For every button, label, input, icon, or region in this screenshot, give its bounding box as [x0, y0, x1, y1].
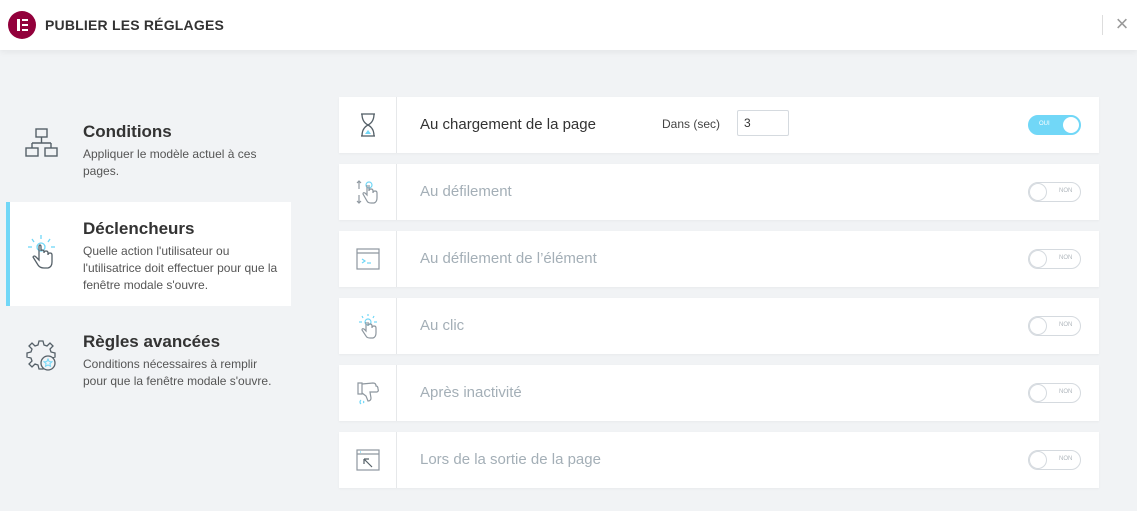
row-icon-cell — [339, 298, 397, 354]
exit-window-icon — [356, 449, 380, 471]
trigger-label: Au chargement de la page — [420, 116, 596, 133]
trigger-row-scroll: Au défilement NON — [339, 164, 1099, 220]
click-toggle[interactable]: NON — [1028, 316, 1081, 336]
trigger-row-click: Au clic NON — [339, 298, 1099, 354]
toggle-text: NON — [1059, 389, 1073, 395]
hand-click-icon — [24, 234, 60, 270]
inactivity-toggle[interactable]: NON — [1028, 383, 1081, 403]
delay-seconds-input[interactable] — [737, 110, 789, 136]
active-tab-indicator — [6, 202, 10, 306]
gears-icon — [24, 338, 60, 374]
toggle-text: NON — [1059, 255, 1073, 261]
toggle-knob — [1030, 251, 1046, 267]
row-icon-cell — [339, 432, 397, 488]
trigger-label: Au clic — [420, 317, 465, 334]
click-hand-icon — [359, 314, 377, 339]
idle-hand-icon — [357, 382, 379, 405]
trigger-row-page-load: Au chargement de la page Dans (sec) OUI — [339, 97, 1099, 153]
delay-label: Dans (sec) — [662, 117, 721, 131]
tab-advanced-rules[interactable]: Règles avancées Conditions nécessaires à… — [6, 308, 291, 400]
toggle-knob — [1030, 184, 1046, 200]
close-icon[interactable]: × — [1112, 13, 1132, 37]
trigger-label: Lors de la sortie de la page — [420, 451, 601, 468]
toggle-knob — [1063, 117, 1079, 133]
tab-description: Appliquer le modèle actuel à ces pages. — [83, 147, 257, 178]
toggle-knob — [1030, 385, 1046, 401]
toggle-knob — [1030, 452, 1046, 468]
toggle-text: NON — [1059, 188, 1073, 194]
row-icon-cell — [339, 365, 397, 421]
elementor-logo — [8, 11, 36, 39]
trigger-row-scroll-to-element: Au défilement de l’élément NON — [339, 231, 1099, 287]
row-icon-cell — [339, 164, 397, 220]
sidebar: Conditions Appliquer le modèle actuel à … — [6, 50, 291, 511]
hourglass-icon — [361, 113, 375, 137]
modal-body: Conditions Appliquer le modèle actuel à … — [0, 50, 1137, 511]
tab-title: Règles avancées — [83, 332, 221, 351]
header-divider — [1102, 15, 1103, 35]
tab-description: Quelle action l'utilisateur ou l'utilisa… — [83, 244, 278, 292]
tab-conditions[interactable]: Conditions Appliquer le modèle actuel à … — [6, 101, 291, 199]
sitemap-icon — [24, 125, 60, 161]
trigger-label: Au défilement de l’élément — [420, 250, 597, 267]
terminal-window-icon — [356, 248, 380, 270]
toggle-text: OUI — [1039, 121, 1050, 127]
scroll-to-element-toggle[interactable]: NON — [1028, 249, 1081, 269]
tab-description: Conditions nécessaires à remplir pour qu… — [83, 357, 272, 388]
scroll-hand-icon — [356, 180, 378, 204]
page-load-toggle[interactable]: OUI — [1028, 115, 1081, 135]
triggers-panel: Au chargement de la page Dans (sec) OUI … — [291, 50, 1137, 511]
trigger-label: Après inactivité — [420, 384, 522, 401]
modal-title: PUBLIER LES RÉGLAGES — [45, 17, 225, 33]
tab-title: Conditions — [83, 122, 172, 141]
toggle-knob — [1030, 318, 1046, 334]
trigger-row-inactivity: Après inactivité NON — [339, 365, 1099, 421]
modal-header: PUBLIER LES RÉGLAGES × — [0, 0, 1137, 50]
toggle-text: NON — [1059, 322, 1073, 328]
toggle-text: NON — [1059, 456, 1073, 462]
trigger-row-exit-intent: Lors de la sortie de la page NON — [339, 432, 1099, 488]
trigger-label: Au défilement — [420, 183, 512, 200]
tab-title: Déclencheurs — [83, 219, 195, 238]
row-icon-cell — [339, 231, 397, 287]
exit-intent-toggle[interactable]: NON — [1028, 450, 1081, 470]
tab-triggers[interactable]: Déclencheurs Quelle action l'utilisateur… — [6, 202, 291, 306]
scroll-toggle[interactable]: NON — [1028, 182, 1081, 202]
row-icon-cell — [339, 97, 397, 153]
